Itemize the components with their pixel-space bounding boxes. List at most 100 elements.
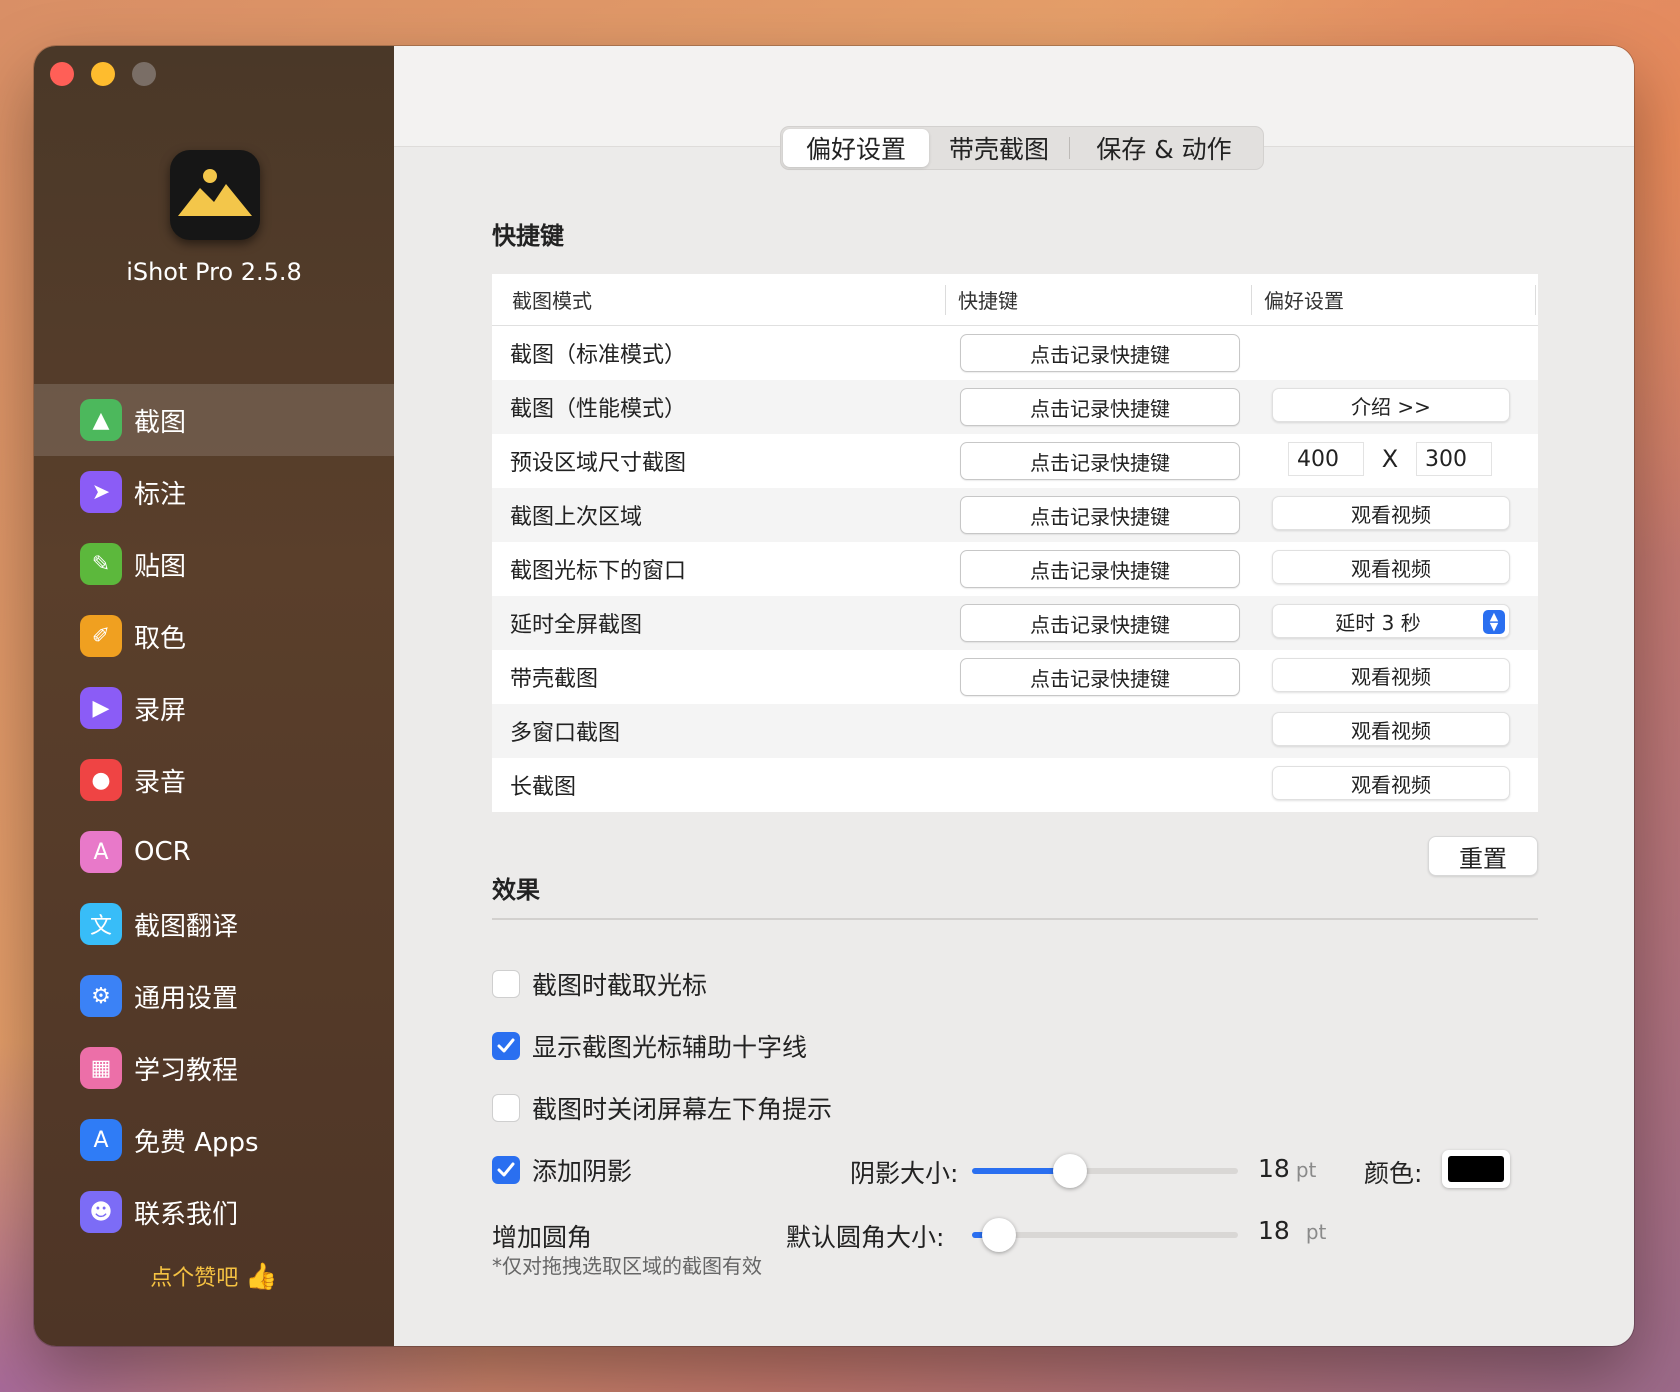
record-shortcut-button[interactable]: 点击记录快捷键 (960, 442, 1240, 480)
shadow-color-swatch (1448, 1156, 1504, 1182)
sidebar-item-5[interactable]: ● 录音 (34, 744, 394, 816)
preference-button[interactable]: 观看视频 (1272, 550, 1510, 584)
tab-preferences[interactable]: 偏好设置 (783, 129, 929, 167)
sidebar-item-8[interactable]: ⚙ 通用设置 (34, 960, 394, 1032)
video-icon: ▶ (80, 687, 122, 729)
preference-button[interactable]: 观看视频 (1272, 658, 1510, 692)
translate-icon: 文 (80, 903, 122, 945)
shadow-option[interactable]: 添加阴影 (492, 1152, 632, 1188)
record-shortcut-button[interactable]: 点击记录快捷键 (960, 658, 1240, 696)
mode-cell: 长截图 (510, 775, 577, 800)
sidebar-item-9[interactable]: ▦ 学习教程 (34, 1032, 394, 1104)
pin-icon: ✎ (80, 543, 122, 585)
preference-cell: 介绍 >> (1272, 388, 1510, 422)
record-shortcut-button[interactable]: 点击记录快捷键 (960, 388, 1240, 426)
mode-cell: 延时全屏截图 (510, 613, 643, 638)
cursor-icon: ➤ (80, 471, 122, 513)
minimize-window-button[interactable] (91, 62, 115, 86)
shadow-color-well[interactable] (1442, 1150, 1510, 1188)
preference-cell: 400 X 300 (1272, 442, 1492, 476)
close-hint-checkbox[interactable] (492, 1094, 520, 1122)
show-crosshair-option[interactable]: 显示截图光标辅助十字线 (492, 1028, 807, 1064)
shadow-label: 添加阴影 (532, 1157, 633, 1186)
table-row: 截图（标准模式） 点击记录快捷键 (492, 326, 1538, 380)
mode-cell: 截图上次区域 (510, 505, 643, 530)
record-shortcut-button[interactable]: 点击记录快捷键 (960, 550, 1240, 588)
table-header: 截图模式 快捷键 偏好设置 (492, 274, 1538, 326)
checkmark-icon (497, 1038, 515, 1053)
preference-cell: 观看视频 (1272, 712, 1510, 746)
thumbs-up-icon: 👍 (245, 1262, 278, 1292)
corner-size-slider-knob[interactable] (981, 1218, 1016, 1252)
preference-button[interactable]: 观看视频 (1272, 496, 1510, 530)
rounded-corner-label: 增加圆角 (492, 1223, 593, 1252)
image-icon: ▲ (80, 399, 122, 441)
record-shortcut-button[interactable]: 点击记录快捷键 (960, 604, 1240, 642)
zoom-window-button[interactable] (132, 62, 156, 86)
table-row: 截图上次区域 点击记录快捷键 观看视频 (492, 488, 1538, 542)
shadow-size-label: 阴影大小: (850, 1159, 959, 1188)
capture-cursor-option[interactable]: 截图时截取光标 (492, 966, 707, 1002)
main-panel: 偏好设置 带壳截图 保存 & 动作 快捷键 截图模式 快捷键 偏好设置 截图（标… (394, 46, 1634, 1346)
size-separator: X (1381, 445, 1399, 473)
preference-button[interactable]: 介绍 >> (1272, 388, 1510, 422)
column-header-preferences: 偏好设置 (1252, 284, 1536, 315)
sidebar-item-7[interactable]: 文截图翻译 (34, 888, 394, 960)
table-row: 截图光标下的窗口 点击记录快捷键 观看视频 (492, 542, 1538, 596)
close-window-button[interactable] (50, 62, 74, 86)
mode-cell: 截图（性能模式） (510, 397, 687, 422)
table-row: 多窗口截图 观看视频 (492, 704, 1538, 758)
sidebar-item-label: 取色 (134, 623, 187, 654)
capture-cursor-checkbox[interactable] (492, 970, 520, 998)
preset-size-inputs: 400 X 300 (1272, 442, 1492, 476)
capture-cursor-label: 截图时截取光标 (532, 971, 708, 1000)
sidebar-item-3[interactable]: ✐ 取色 (34, 600, 394, 672)
tab-save-actions[interactable]: 保存 & 动作 (1070, 129, 1258, 167)
record-shortcut-button[interactable]: 点击记录快捷键 (960, 334, 1240, 372)
sidebar-item-2[interactable]: ✎ 贴图 (34, 528, 394, 600)
corner-note: *仅对拖拽选取区域的截图有效 (492, 1254, 762, 1278)
mode-cell: 截图光标下的窗口 (510, 559, 687, 584)
sidebar-item-6[interactable]: A OCR (34, 816, 394, 888)
shadow-size-slider-knob[interactable] (1053, 1154, 1088, 1188)
sidebar: iShot Pro 2.5.8 ▲ 截图 ➤ 标注 ✎ 贴图 ✐ 取色 ▶ 录屏 ● 录音 A OCR 文截… (34, 46, 394, 1346)
sidebar-item-4[interactable]: ▶ 录屏 (34, 672, 394, 744)
shadow-size-value: 18 pt (1258, 1154, 1316, 1183)
delay-select-value: 延时 3 秒 (1335, 610, 1421, 635)
shadow-checkbox[interactable] (492, 1156, 520, 1184)
table-row: 延时全屏截图 点击记录快捷键 延时 3 秒 ▲ ▼ (492, 596, 1538, 650)
table-body: 截图（标准模式） 点击记录快捷键 截图（性能模式） 点击记录快捷键 介绍 >> 预设区域尺… (492, 326, 1538, 812)
ocr-icon: A (80, 831, 122, 873)
preference-button[interactable]: 观看视频 (1272, 766, 1510, 800)
like-button[interactable]: 点个赞吧 👍 (34, 1260, 394, 1292)
preference-button[interactable]: 观看视频 (1272, 712, 1510, 746)
sidebar-item-1[interactable]: ➤ 标注 (34, 456, 394, 528)
sidebar-item-0[interactable]: ▲ 截图 (34, 384, 394, 456)
appstore-icon: A (80, 1119, 122, 1161)
column-header-mode: 截图模式 (492, 284, 946, 315)
shadow-color-label: 颜色: (1364, 1159, 1423, 1188)
close-hint-option[interactable]: 截图时关闭屏幕左下角提示 (492, 1090, 832, 1126)
sidebar-item-11[interactable]: ☻ 联系我们 (34, 1176, 394, 1248)
section-divider (492, 918, 1538, 920)
like-label: 点个赞吧 (150, 1266, 239, 1291)
sidebar-item-label: 截图 (134, 407, 187, 438)
preference-cell: 延时 3 秒 ▲ ▼ (1272, 604, 1510, 638)
app-name: iShot Pro 2.5.8 (126, 258, 302, 286)
delay-select[interactable]: 延时 3 秒 ▲ ▼ (1272, 604, 1510, 638)
record-shortcut-button[interactable]: 点击记录快捷键 (960, 496, 1240, 534)
show-crosshair-label: 显示截图光标辅助十字线 (532, 1033, 808, 1062)
tab-device-frame[interactable]: 带壳截图 (929, 129, 1069, 167)
reset-button[interactable]: 重置 (1428, 836, 1538, 876)
sidebar-item-10[interactable]: A 免费 Apps (34, 1104, 394, 1176)
show-crosshair-checkbox[interactable] (492, 1032, 520, 1060)
shadow-size-slider[interactable] (972, 1154, 1238, 1188)
preset-width-input[interactable]: 400 (1288, 442, 1364, 476)
preset-height-input[interactable]: 300 (1416, 442, 1492, 476)
preference-cell: 观看视频 (1272, 496, 1510, 530)
tutorial-icon: ▦ (80, 1047, 122, 1089)
shortcuts-section-title: 快捷键 (492, 222, 564, 250)
corner-size-unit: pt (1305, 1220, 1327, 1244)
corner-size-slider[interactable] (972, 1218, 1238, 1252)
mode-cell: 带壳截图 (510, 667, 599, 692)
